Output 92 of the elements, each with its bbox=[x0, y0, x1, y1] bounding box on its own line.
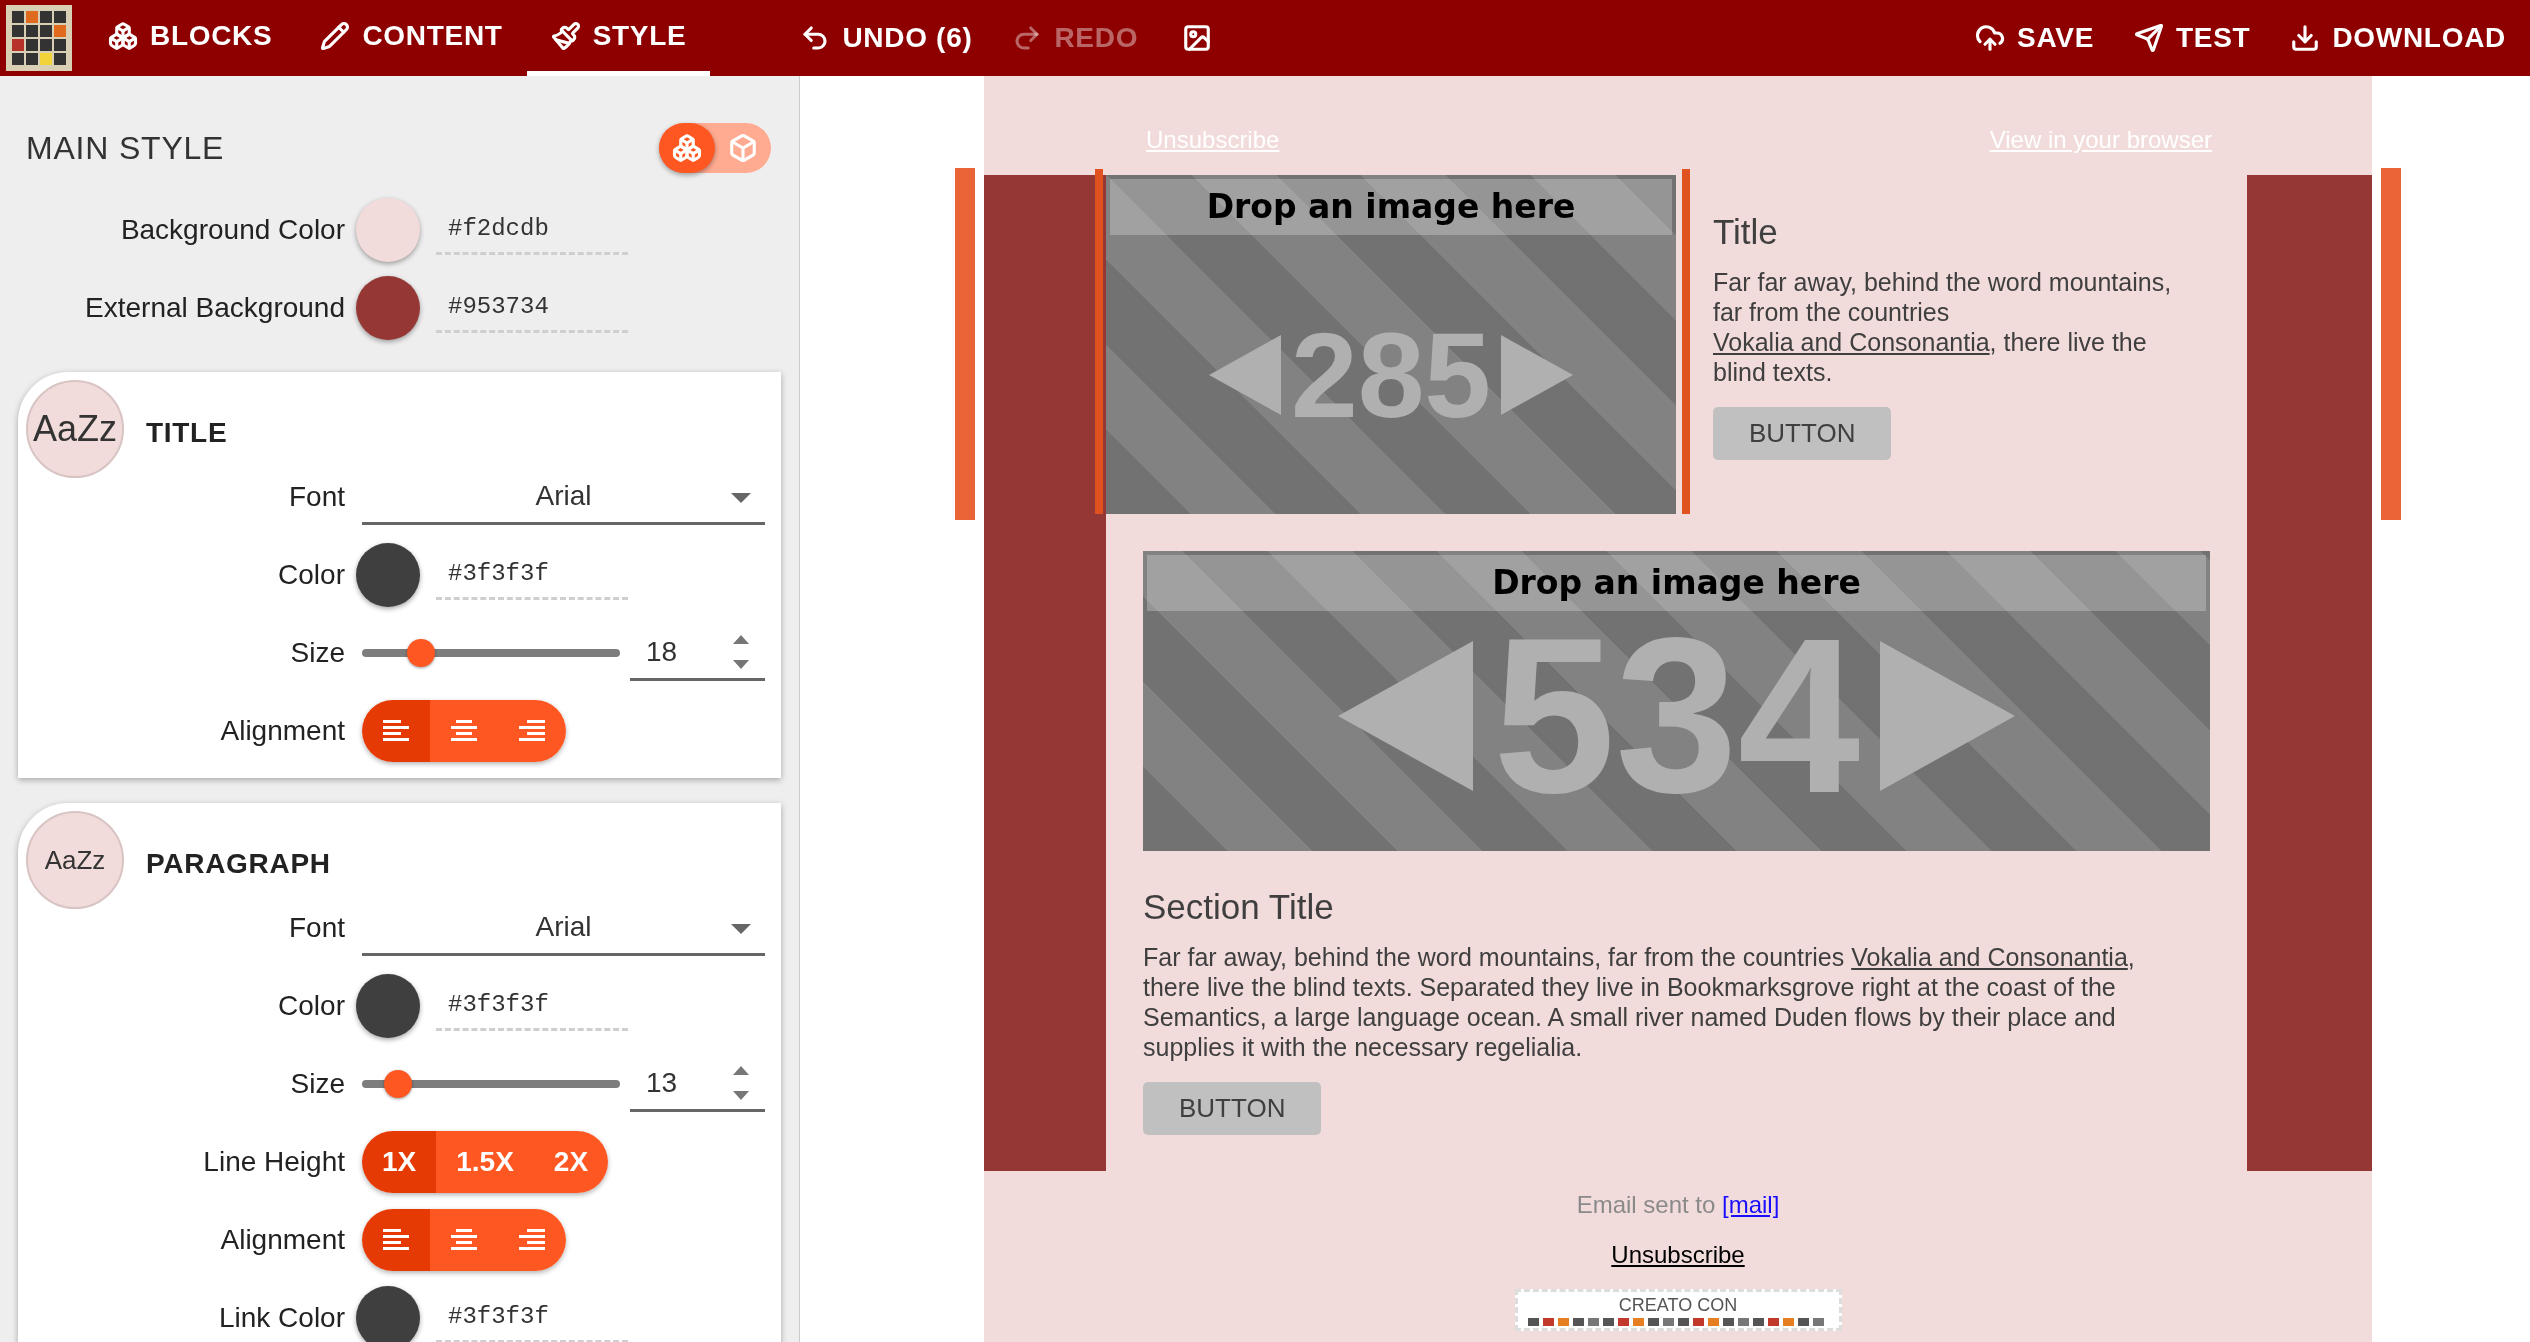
undo-button[interactable]: UNDO (6) bbox=[780, 0, 993, 76]
field-label: Alignment bbox=[219, 1223, 345, 1257]
field-label: Size bbox=[289, 636, 345, 670]
left-arrow-icon bbox=[1337, 641, 1473, 791]
section-heading: Section Title bbox=[1143, 886, 1335, 928]
align-right-icon bbox=[519, 1229, 545, 1251]
slider-thumb[interactable] bbox=[407, 639, 436, 667]
color-swatch[interactable] bbox=[356, 974, 420, 1038]
right-arrow-icon bbox=[1880, 641, 2016, 791]
toolbar-action[interactable]: DOWNLOAD bbox=[2270, 0, 2526, 76]
body-text: Far far away, behind the word mountains, far from the countries Vokalia and Consonantia, there live the blind texts. Separated they live in Bookmarksgrove right at the coast of the Semantics, a large language ocean. A small river named Duden flows by their place and supplies it with the necessary regelialia. bbox=[1143, 942, 2136, 1062]
badge-text: CREATO CON bbox=[1618, 1294, 1738, 1316]
font-preview: AaZz bbox=[26, 811, 124, 909]
panel-title: MAIN STYLE bbox=[26, 129, 225, 168]
size-slider[interactable] bbox=[362, 1070, 620, 1098]
color-swatch[interactable] bbox=[356, 198, 420, 262]
align-center-icon bbox=[451, 720, 477, 742]
font-preview: AaZz bbox=[26, 380, 124, 478]
toggle-option[interactable] bbox=[659, 123, 715, 173]
made-with-badge[interactable]: CREATO CON bbox=[1514, 1289, 1842, 1331]
spinner-icon[interactable] bbox=[733, 1065, 749, 1100]
toolbar-action[interactable]: SAVE bbox=[1955, 0, 2115, 76]
blocks-icon bbox=[108, 20, 138, 51]
image-placeholder[interactable]: Drop an image here 285 bbox=[1106, 175, 1676, 514]
size-input[interactable]: 18 bbox=[630, 625, 765, 681]
field-label: Line Height bbox=[202, 1145, 345, 1179]
image-dimension: 285 bbox=[1290, 314, 1492, 435]
align-center-icon bbox=[451, 1229, 477, 1251]
color-swatch[interactable] bbox=[356, 276, 420, 340]
hex-field[interactable]: #3f3f3f bbox=[436, 1293, 628, 1342]
font-dropdown[interactable]: Arial bbox=[362, 900, 765, 956]
field-label: Link Color bbox=[217, 1301, 345, 1335]
image-caption: Drop an image here bbox=[1206, 186, 1576, 229]
cloud-upload-icon bbox=[1975, 23, 2006, 53]
align-left-icon bbox=[383, 720, 409, 742]
blocks-icon bbox=[672, 133, 702, 163]
caret-icon bbox=[731, 924, 751, 934]
font-dropdown[interactable]: Arial bbox=[362, 469, 765, 525]
field-label: Size bbox=[289, 1067, 345, 1101]
paper-plane-icon bbox=[2134, 23, 2165, 53]
alignment-option[interactable] bbox=[362, 1209, 430, 1271]
block-title: Title bbox=[1713, 211, 1779, 253]
left-arrow-icon bbox=[1208, 334, 1281, 415]
spinner-icon[interactable] bbox=[733, 634, 749, 669]
alignment-option[interactable] bbox=[430, 700, 498, 762]
hex-field[interactable]: #3f3f3f bbox=[436, 550, 628, 600]
caret-icon bbox=[731, 493, 751, 503]
hex-field[interactable]: #953734 bbox=[436, 283, 628, 333]
logo-icon bbox=[6, 5, 72, 71]
email-button[interactable]: BUTTON bbox=[1713, 407, 1892, 460]
alignment-option[interactable] bbox=[362, 700, 430, 762]
toolbar-action[interactable]: TEST bbox=[2114, 0, 2271, 76]
pencil-icon bbox=[320, 20, 351, 51]
segment-option[interactable]: 1X bbox=[362, 1131, 437, 1193]
email-button[interactable]: BUTTON bbox=[1143, 1082, 1322, 1135]
text-link[interactable]: Vokalia and Consonantia bbox=[1851, 943, 2128, 971]
unsubscribe-link[interactable]: Unsubscribe bbox=[1611, 1241, 1745, 1269]
text-link[interactable]: Vokalia and Consonantia bbox=[1713, 328, 1990, 356]
image-caption: Drop an image here bbox=[1492, 562, 1861, 605]
download-icon bbox=[2290, 23, 2321, 53]
size-input[interactable]: 13 bbox=[630, 1056, 765, 1112]
field-label: Background Color bbox=[119, 213, 345, 247]
align-left-icon bbox=[383, 1229, 409, 1251]
section-title: PARAGRAPH bbox=[146, 847, 331, 881]
hex-field[interactable]: #3f3f3f bbox=[436, 981, 628, 1031]
slider-thumb[interactable] bbox=[384, 1070, 413, 1098]
field-label: Color bbox=[277, 989, 345, 1023]
align-right-icon bbox=[519, 720, 545, 742]
toolbar-tab[interactable]: CONTENT bbox=[296, 0, 527, 76]
right-arrow-icon bbox=[1501, 334, 1574, 415]
color-swatch[interactable] bbox=[356, 1286, 420, 1342]
cube-icon bbox=[728, 133, 758, 163]
alignment-option[interactable] bbox=[498, 1209, 566, 1271]
mail-link[interactable]: [mail] bbox=[1722, 1191, 1780, 1218]
alignment-option[interactable] bbox=[430, 1209, 498, 1271]
field-label: Color bbox=[277, 558, 345, 592]
alignment-option[interactable] bbox=[498, 700, 566, 762]
section-title: TITLE bbox=[146, 416, 228, 450]
image-placeholder[interactable]: Drop an image here 534 bbox=[1143, 551, 2210, 851]
size-slider[interactable] bbox=[362, 639, 620, 667]
toolbar-tab[interactable]: BLOCKS bbox=[84, 0, 297, 76]
body-text: Far far away, behind the word mountains, far from the countries Vokalia and Consonantia, there live the blind texts. bbox=[1713, 267, 2173, 387]
field-label: Alignment bbox=[219, 714, 345, 748]
field-label: Font bbox=[287, 480, 345, 514]
image-dimension: 534 bbox=[1492, 606, 1861, 826]
paintbrush-icon bbox=[550, 20, 581, 51]
hex-field[interactable]: #f2dcdb bbox=[436, 205, 628, 255]
image-icon bbox=[1182, 23, 1213, 53]
field-label: External Background bbox=[84, 291, 345, 325]
footer-text: Email sent to [mail] bbox=[1576, 1191, 1780, 1219]
color-swatch[interactable] bbox=[356, 543, 420, 607]
field-label: Font bbox=[287, 911, 345, 945]
